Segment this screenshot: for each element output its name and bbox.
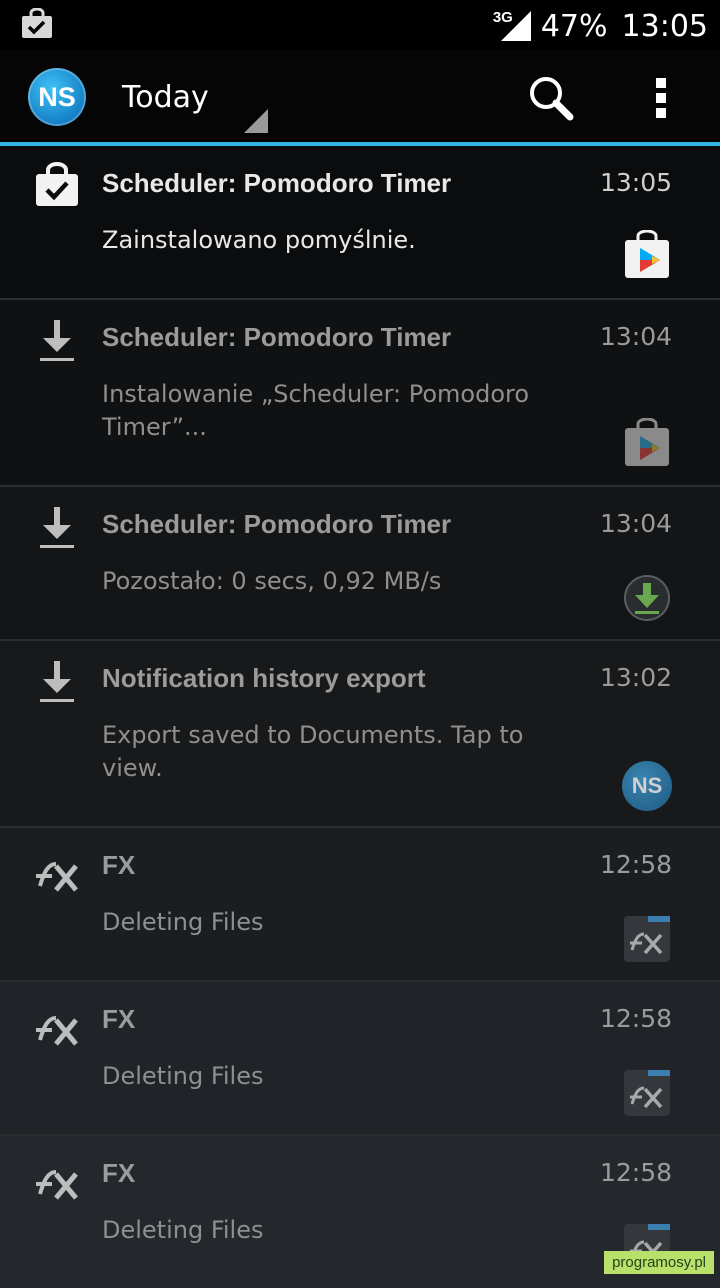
notification-time: 12:58 bbox=[599, 850, 672, 879]
battery-level: 47% bbox=[540, 8, 608, 44]
notification-title: FX bbox=[102, 1158, 136, 1188]
clock: 13:05 bbox=[621, 8, 708, 44]
download-manager-icon bbox=[624, 575, 670, 621]
notification-time: 13:04 bbox=[599, 322, 672, 351]
notification-title: FX bbox=[102, 850, 136, 880]
notification-body: Instalowanie „Scheduler: Pomodoro Timer”… bbox=[102, 380, 530, 441]
watermark: programosy.pl bbox=[604, 1251, 714, 1274]
list-item[interactable]: Scheduler: Pomodoro Timer 13:04 Pozostał… bbox=[0, 487, 720, 641]
download-icon bbox=[40, 661, 74, 702]
notification-body: Zainstalowano pomyślnie. bbox=[102, 226, 416, 254]
notification-time: 13:02 bbox=[599, 663, 672, 692]
notification-time: 13:05 bbox=[599, 168, 672, 197]
notification-body: Pozostało: 0 secs, 0,92 MB/s bbox=[102, 567, 442, 595]
overflow-menu-icon[interactable] bbox=[646, 76, 676, 120]
signal-icon bbox=[500, 11, 531, 41]
app-avatar[interactable]: NS bbox=[28, 68, 86, 126]
fx-app-icon-graphic bbox=[624, 916, 670, 962]
notification-list: Scheduler: Pomodoro Timer 13:05 Zainstal… bbox=[0, 146, 720, 1288]
dropdown-triangle-icon bbox=[244, 109, 268, 133]
notification-title: Notification history export bbox=[102, 663, 426, 693]
download-icon bbox=[40, 507, 74, 548]
search-icon[interactable] bbox=[524, 74, 578, 122]
notification-title: Scheduler: Pomodoro Timer bbox=[102, 509, 452, 539]
download-icon bbox=[40, 320, 74, 361]
action-bar: NS Today bbox=[0, 50, 720, 146]
status-bar: 3G 47% 13:05 bbox=[0, 0, 720, 50]
notification-body: Export saved to Documents. Tap to view. bbox=[102, 721, 524, 782]
play-store-icon bbox=[625, 418, 669, 466]
date-filter-dropdown[interactable]: Today bbox=[118, 50, 273, 142]
fx-icon bbox=[36, 1016, 78, 1046]
fx-icon bbox=[36, 862, 78, 892]
shopping-bag-check-icon bbox=[22, 8, 52, 38]
list-item[interactable]: FX 12:58 Deleting Files bbox=[0, 828, 720, 982]
shopping-bag-check-icon bbox=[36, 162, 78, 206]
fx-icon bbox=[36, 1170, 78, 1200]
list-item[interactable]: Scheduler: Pomodoro Timer 13:04 Instalow… bbox=[0, 300, 720, 487]
notification-title: Scheduler: Pomodoro Timer bbox=[102, 322, 452, 352]
notification-time: 12:58 bbox=[599, 1004, 672, 1033]
notification-body: Deleting Files bbox=[102, 1062, 264, 1090]
play-store-icon bbox=[625, 230, 669, 278]
ns-app-icon: NS bbox=[622, 761, 672, 811]
list-item[interactable]: FX 12:58 Deleting Files bbox=[0, 982, 720, 1136]
notification-title: Scheduler: Pomodoro Timer bbox=[102, 168, 452, 198]
notification-time: 13:04 bbox=[599, 509, 672, 538]
notification-time: 12:58 bbox=[599, 1158, 672, 1187]
date-filter-label: Today bbox=[122, 80, 209, 115]
notification-title: FX bbox=[102, 1004, 136, 1034]
list-item[interactable]: Notification history export 13:02 Export… bbox=[0, 641, 720, 828]
notification-body: Deleting Files bbox=[102, 1216, 264, 1244]
notification-body: Deleting Files bbox=[102, 908, 264, 936]
fx-app-icon bbox=[622, 914, 672, 964]
list-item[interactable]: Scheduler: Pomodoro Timer 13:05 Zainstal… bbox=[0, 146, 720, 300]
fx-app-icon bbox=[622, 1068, 672, 1118]
fx-app-icon-graphic bbox=[624, 1070, 670, 1116]
